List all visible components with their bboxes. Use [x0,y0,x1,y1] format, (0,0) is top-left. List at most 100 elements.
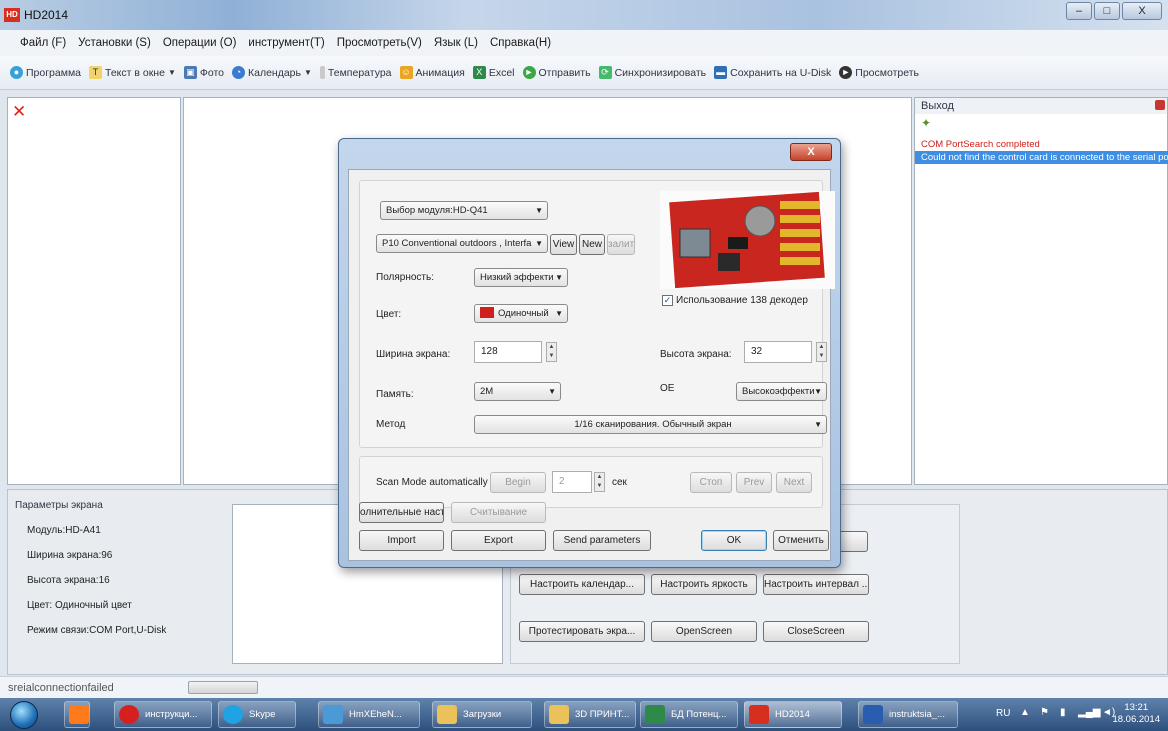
panel-type-select[interactable]: P10 Conventional outdoors , Interfa ▼ [376,234,548,253]
menu-tools[interactable]: инструмент(T) [248,37,324,49]
signal-icon[interactable]: ▂▄▆ [1078,707,1100,718]
ok-button[interactable]: OK [701,530,767,551]
memory-select[interactable]: 2M ▼ [474,382,561,401]
view-button[interactable]: View [550,234,577,255]
oe-select[interactable]: Высокоэффекти ▼ [736,382,827,401]
close-screen-button[interactable]: CloseScreen [763,621,869,642]
start-button[interactable] [10,701,38,729]
taskbar-item-downloads[interactable]: Загрузки [432,701,532,728]
maximize-button[interactable]: □ [1094,2,1120,20]
program-tree-pane[interactable]: ✕ [7,97,181,485]
sync-button[interactable]: ⟳ Синхронизировать [598,66,707,79]
taskbar-item-skype[interactable]: Skype [218,701,296,728]
menu-operations[interactable]: Операции (O) [163,37,237,49]
taskbar-item-opera[interactable]: инструкци... [114,701,212,728]
minimize-button[interactable]: – [1066,2,1092,20]
output-pane: Выход ✦ COM PortSearch completed Could n… [914,97,1168,485]
taskbar-item-excel[interactable]: БД Потенц... [640,701,738,728]
save-udisk-button[interactable]: ▬ Сохранить на U-Disk [714,66,831,79]
new-button[interactable]: New [579,234,605,255]
color-select[interactable]: Одиночный ▼ [474,304,568,323]
params-title: Параметры экрана [15,500,103,511]
animation-button[interactable]: ☺ Анимация [399,66,465,79]
taskbar-app-icon[interactable] [64,701,90,728]
clock-date: 18.06.2014 [1112,714,1160,725]
width-input[interactable]: 128 [474,341,542,363]
program-button[interactable]: ● Программа [10,66,81,79]
output-line-selected[interactable]: Could not find the control card is conne… [915,151,1168,164]
test-screen-button[interactable]: Протестировать экра... [519,621,645,642]
send-parameters-button[interactable]: Send parameters [553,530,651,551]
scan-interval-stepper[interactable]: ▲ ▼ [594,472,605,492]
sync-label: Синхронизировать [614,66,707,79]
polarity-select[interactable]: Низкий эффекти ▼ [474,268,568,287]
scan-interval-input[interactable]: 2 [552,471,592,493]
set-calendar-button[interactable]: Настроить календар... [519,574,645,595]
clock-time: 13:21 [1124,702,1149,713]
height-stepper[interactable]: ▲ ▼ [816,342,827,362]
next-button[interactable]: Next [776,472,812,493]
taskbar-item-word[interactable]: instruktsia_... [858,701,958,728]
menu-help[interactable]: Справка(H) [490,37,551,49]
menu-language[interactable]: Язык (L) [434,37,478,49]
preview-label: Просмотреть [855,66,920,79]
open-screen-button[interactable]: OpenScreen [651,621,757,642]
language-indicator[interactable]: RU [996,708,1010,719]
set-interval-button[interactable]: Настроить интервал ... [763,574,869,595]
width-stepper[interactable]: ▲ ▼ [546,342,557,362]
memory-value: 2M [480,386,494,397]
photo-button[interactable]: ▣ Фото [183,66,224,79]
clock[interactable]: 13:21 18.06.2014 [1112,702,1160,726]
height-input[interactable]: 32 [744,341,812,363]
height-label: Высота экрана: [660,349,732,360]
set-brightness-button[interactable]: Настроить яркость [651,574,757,595]
param-link: Режим связи:COM Port,U-Disk [27,625,167,636]
prev-button[interactable]: Prev [736,472,772,493]
network-icon[interactable]: ▮ [1060,707,1066,718]
decoder-checkbox[interactable]: ✓ [662,295,673,306]
preview-icon: ► [839,66,853,79]
menu-file[interactable]: Файл (F) [20,37,66,49]
window-title: HD2014 [24,8,69,22]
tray-arrow-icon[interactable]: ▲ [1020,707,1030,718]
text-window-label: Текст в окне [105,66,165,79]
begin-button[interactable]: Begin [490,472,546,493]
send-button[interactable]: ► Отправить [522,66,591,79]
close-window-button[interactable]: X [1122,2,1162,20]
method-select[interactable]: 1/16 сканирования. Обычный экран ▼ [474,415,827,434]
calendar-button[interactable]: ◔ Календарь ▼ [231,66,312,79]
delete-button[interactable]: залит [607,234,635,255]
width-label: Ширина экрана: [376,349,451,360]
delete-icon[interactable]: ✕ [12,102,26,122]
param-width: Ширина экрана:96 [27,550,113,561]
stop-button[interactable]: Стоп [690,472,732,493]
status-text: sreialconnectionfailed [8,682,114,694]
taskbar-item-3d[interactable]: 3D ПРИНТ... [544,701,636,728]
advanced-settings-button[interactable]: олнительные настро [359,502,444,523]
read-button[interactable]: Считывание [451,502,546,523]
clear-output-icon[interactable]: ✦ [921,116,931,130]
panel-type-value: P10 Conventional outdoors , Interfa [382,238,532,249]
module-select-value: Выбор модуля:HD-Q41 [386,205,488,216]
import-button[interactable]: Import [359,530,444,551]
taskbar-label: инструкци... [145,709,198,720]
menu-settings[interactable]: Установки (S) [78,37,151,49]
taskbar-item-window[interactable]: HmXEheN... [318,701,420,728]
taskbar-item-hd2014[interactable]: HD2014 [744,701,842,728]
output-line: COM PortSearch completed [921,139,1040,150]
cancel-button[interactable]: Отменить [773,530,829,551]
chevron-down-icon: ▼ [303,68,312,77]
temperature-button[interactable]: Температура [319,66,392,79]
excel-button[interactable]: X Excel [472,66,515,79]
dialog-close-button[interactable]: X [790,143,832,161]
control-card-image [660,191,835,289]
excel-icon [645,705,665,724]
text-window-button[interactable]: T Текст в окне ▼ [89,66,176,79]
flag-icon[interactable]: ⚑ [1040,707,1049,718]
color-value: Одиночный [498,308,549,319]
preview-button[interactable]: ► Просмотреть [839,66,919,79]
export-button[interactable]: Export [451,530,546,551]
module-select[interactable]: Выбор модуля:HD-Q41 ▼ [380,201,548,220]
menu-view[interactable]: Просмотреть(V) [337,37,422,49]
output-close-icon[interactable] [1155,100,1165,110]
